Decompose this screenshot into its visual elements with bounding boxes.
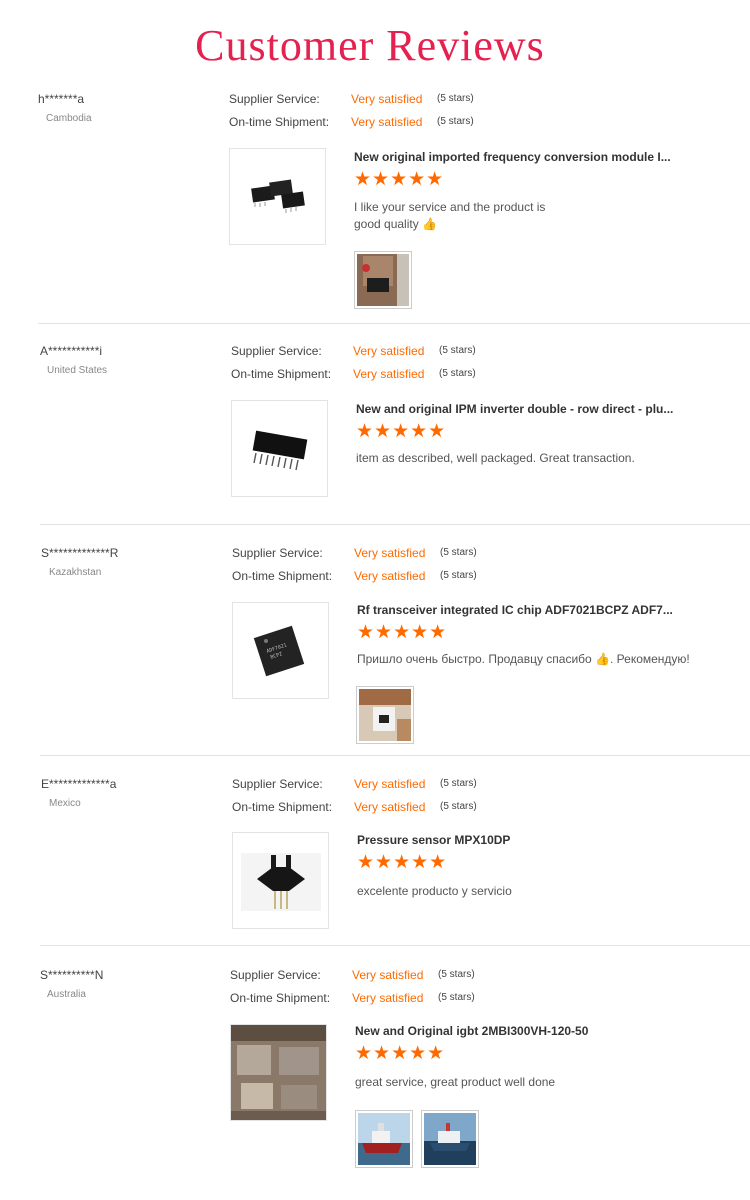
rating-value: Very satisfied <box>354 777 426 791</box>
rating-stars-text: (5 stars) <box>440 547 477 558</box>
reviewer-name: S*************R <box>41 546 119 560</box>
divider <box>40 524 750 525</box>
review-photo[interactable] <box>354 251 412 309</box>
rating-label: On-time Shipment: <box>230 991 331 1005</box>
rating-stars-text: (5 stars) <box>440 778 477 789</box>
reviewer-name: h*******a <box>38 92 85 106</box>
rating-value: Very satisfied <box>352 968 424 982</box>
reviewer-country: Mexico <box>49 798 81 809</box>
rating-stars-text: (5 stars) <box>437 116 474 127</box>
rating-label: Supplier Service: <box>229 92 320 106</box>
rating-value: Very satisfied <box>353 367 425 381</box>
product-image[interactable] <box>232 832 329 929</box>
rating-value: Very satisfied <box>352 991 424 1005</box>
rating-value: Very satisfied <box>354 800 426 814</box>
star-rating: ★★★★★ <box>354 169 445 190</box>
review-photo[interactable] <box>355 1110 413 1168</box>
star-rating: ★★★★★ <box>356 421 447 442</box>
divider <box>40 945 750 946</box>
rating-stars-text: (5 stars) <box>439 368 476 379</box>
rating-value: Very satisfied <box>354 546 426 560</box>
rating-label: On-time Shipment: <box>232 569 333 583</box>
rating-stars-text: (5 stars) <box>438 969 475 980</box>
rating-value: Very satisfied <box>354 569 426 583</box>
rating-stars-text: (5 stars) <box>440 801 477 812</box>
product-title-link[interactable]: New and Original igbt 2MBI300VH-120-50 <box>355 1024 588 1038</box>
rating-stars-text: (5 stars) <box>438 992 475 1003</box>
star-rating: ★★★★★ <box>355 1043 446 1064</box>
reviewer-name: A***********i <box>40 344 103 358</box>
product-title-link[interactable]: New and original IPM inverter double - r… <box>356 402 673 416</box>
rating-label: Supplier Service: <box>232 546 323 560</box>
product-title-link[interactable]: Rf transceiver integrated IC chip ADF702… <box>357 603 673 617</box>
reviewer-country: Cambodia <box>46 113 92 124</box>
rating-value: Very satisfied <box>351 115 423 129</box>
review-text: great service, great product well done <box>355 1075 556 1089</box>
rating-label: Supplier Service: <box>232 777 323 791</box>
reviewer-country: Kazakhstan <box>49 567 102 578</box>
review-photo[interactable] <box>356 686 414 744</box>
rating-stars-text: (5 stars) <box>439 345 476 356</box>
review-text: I like your service and the product is g… <box>354 200 546 231</box>
reviewer-country: United States <box>47 365 108 376</box>
page-title: Customer Reviews <box>195 21 545 70</box>
rating-label: Supplier Service: <box>231 344 322 358</box>
rating-label: On-time Shipment: <box>229 115 330 129</box>
product-image[interactable]: ADF7021 BCPZ <box>232 602 329 699</box>
rating-label: On-time Shipment: <box>231 367 332 381</box>
review-photo[interactable] <box>421 1110 479 1168</box>
product-image[interactable] <box>229 148 326 245</box>
star-rating: ★★★★★ <box>357 852 448 873</box>
reviewer-country: Australia <box>47 989 86 1000</box>
reviewer-name: S**********N <box>40 968 104 982</box>
product-image[interactable] <box>231 400 328 497</box>
rating-value: Very satisfied <box>353 344 425 358</box>
rating-label: Supplier Service: <box>230 968 321 982</box>
star-rating: ★★★★★ <box>357 622 448 643</box>
product-title-link[interactable]: Pressure sensor MPX10DP <box>357 833 510 847</box>
product-image[interactable] <box>230 1024 327 1121</box>
review-text: excelente producto y servicio <box>357 884 512 898</box>
reviewer-name: E*************a <box>41 777 117 791</box>
divider <box>40 755 750 756</box>
rating-label: On-time Shipment: <box>232 800 333 814</box>
review-text: Пришло очень быстро. Продавцу спасибо 👍.… <box>357 652 690 666</box>
product-title-link[interactable]: New original imported frequency conversi… <box>354 150 671 164</box>
rating-stars-text: (5 stars) <box>437 93 474 104</box>
review-text: item as described, well packaged. Great … <box>356 451 635 465</box>
rating-value: Very satisfied <box>351 92 423 106</box>
divider <box>38 323 750 324</box>
rating-stars-text: (5 stars) <box>440 570 477 581</box>
